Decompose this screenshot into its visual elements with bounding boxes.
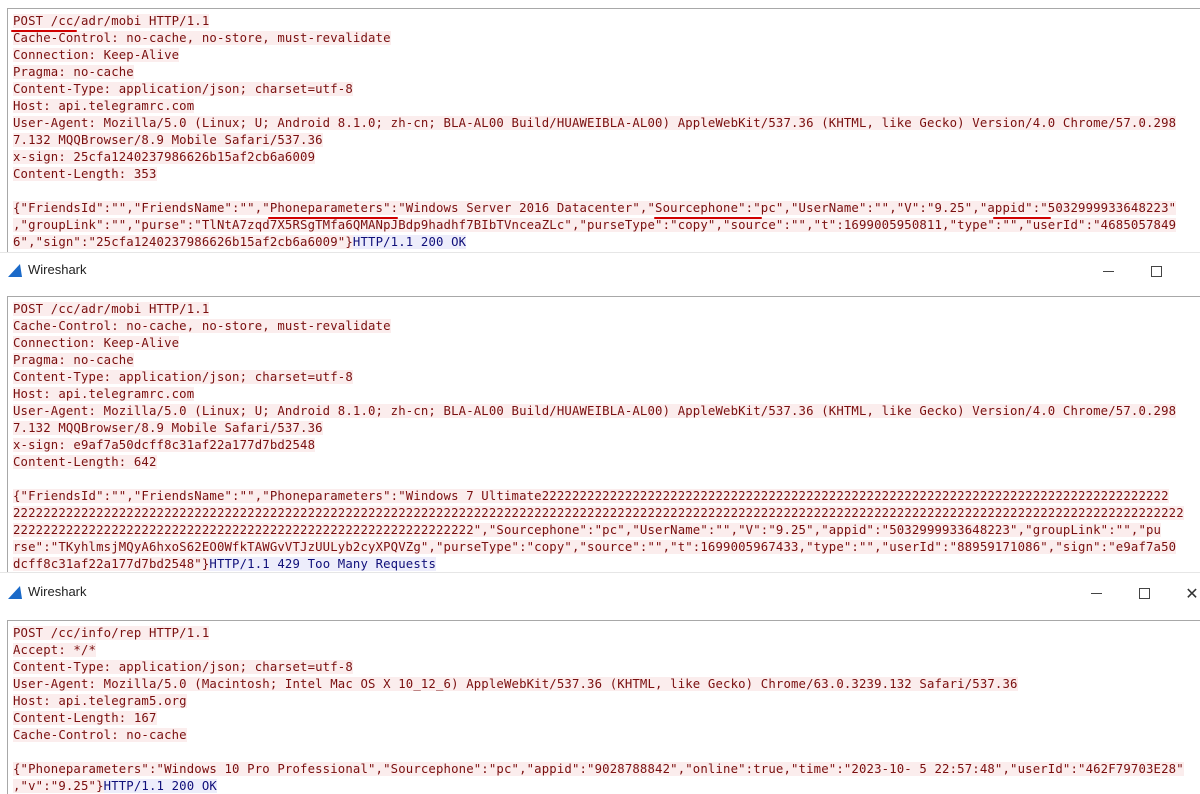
close-icon[interactable]: ✕ (1177, 581, 1200, 605)
wireshark-fin-icon (8, 586, 22, 599)
request-line: Cache-Control: no-cache, no-store, must-… (13, 31, 391, 45)
request-line: Content-Length: 167 (13, 711, 157, 725)
body-line: 2222222222222222222222222222222222222222… (13, 523, 1162, 537)
request-line: Host: api.telegramrc.com (13, 99, 195, 113)
body-line: dcff8c31af22a177d7bd2548"}HTTP/1.1 429 T… (13, 557, 436, 571)
request-line: x-sign: e9af7a50dcff8c31af22a177d7bd2548 (13, 438, 316, 452)
wireshark-window-titlebar[interactable]: Wireshark (0, 252, 1200, 297)
response-status: HTTP/1.1 200 OK (352, 235, 467, 249)
request-line: POST /cc/info/rep HTTP/1.1 (13, 626, 210, 640)
wireshark-fin-icon (8, 264, 22, 277)
maximize-icon[interactable] (1129, 581, 1159, 605)
request-line: 7.132 MQQBrowser/8.9 Mobile Safari/537.3… (13, 133, 323, 147)
request-line: User-Agent: Mozilla/5.0 (Linux; U; Andro… (13, 404, 1177, 418)
request-line: Content-Length: 353 (13, 167, 157, 181)
request-line: Pragma: no-cache (13, 353, 134, 367)
request-line: User-Agent: Mozilla/5.0 (Macintosh; Inte… (13, 677, 1018, 691)
body-line: {"FriendsId":"","FriendsName":"","Phonep… (13, 489, 1169, 503)
minimize-icon[interactable] (1093, 259, 1123, 283)
response-status: HTTP/1.1 429 Too Many Requests (209, 557, 436, 571)
body-line: 6","sign":"25cfa1240237986626b15af2cb6a6… (13, 235, 467, 249)
request-line: Accept: */* (13, 643, 97, 657)
follow-stream-pane-2[interactable]: POST /cc/adr/mobi HTTP/1.1 Cache-Control… (7, 296, 1200, 574)
request-line: POST /cc/adr/mobi HTTP/1.1 (13, 302, 210, 316)
request-line: User-Agent: Mozilla/5.0 (Linux; U; Andro… (13, 116, 1177, 130)
request-line: Pragma: no-cache (13, 65, 134, 79)
request-line: Content-Type: application/json; charset=… (13, 660, 353, 674)
request-line: x-sign: 25cfa1240237986626b15af2cb6a6009 (13, 150, 316, 164)
body-line: {"Phoneparameters":"Windows 10 Pro Profe… (13, 762, 1184, 776)
body-line: rse":"TKyhlmsjMQyA6hxoS62EO0WfkTAWGvVTJz… (13, 540, 1177, 554)
annotation-underline (993, 217, 1051, 219)
request-line: Host: api.telegram5.org (13, 694, 187, 708)
request-line: Content-Type: application/json; charset=… (13, 82, 353, 96)
follow-stream-pane-1[interactable]: POST /cc/adr/mobi HTTP/1.1 Cache-Control… (7, 8, 1200, 254)
request-line: Content-Type: application/json; charset=… (13, 370, 353, 384)
request-line: POST /cc/adr/mobi HTTP/1.1 (13, 14, 210, 28)
request-line: Content-Length: 642 (13, 455, 157, 469)
request-line: Cache-Control: no-cache (13, 728, 187, 742)
annotation-underline (654, 217, 762, 219)
request-line: Connection: Keep-Alive (13, 48, 180, 62)
response-status: HTTP/1.1 200 OK (103, 779, 217, 793)
request-line: Connection: Keep-Alive (13, 336, 180, 350)
body-line: 2222222222222222222222222222222222222222… (13, 506, 1184, 520)
body-line: ,"v":"9.25"}HTTP/1.1 200 OK (13, 779, 217, 793)
request-line: 7.132 MQQBrowser/8.9 Mobile Safari/537.3… (13, 421, 323, 435)
annotation-underline (11, 30, 77, 32)
body-line: ,"groupLink":"","purse":"TlNtA7zqd7X5RSg… (13, 218, 1177, 232)
window-title: Wireshark (28, 584, 87, 599)
wireshark-window-titlebar[interactable]: Wireshark ✕ (0, 572, 1200, 621)
request-line: Host: api.telegramrc.com (13, 387, 195, 401)
request-line: Cache-Control: no-cache, no-store, must-… (13, 319, 391, 333)
annotation-underline (268, 217, 398, 219)
body-line: {"FriendsId":"","FriendsName":"","Phonep… (13, 201, 1177, 215)
minimize-icon[interactable] (1081, 581, 1111, 605)
window-title: Wireshark (28, 262, 87, 277)
maximize-icon[interactable] (1141, 259, 1171, 283)
follow-stream-pane-3[interactable]: POST /cc/info/rep HTTP/1.1 Accept: */* C… (7, 620, 1200, 794)
